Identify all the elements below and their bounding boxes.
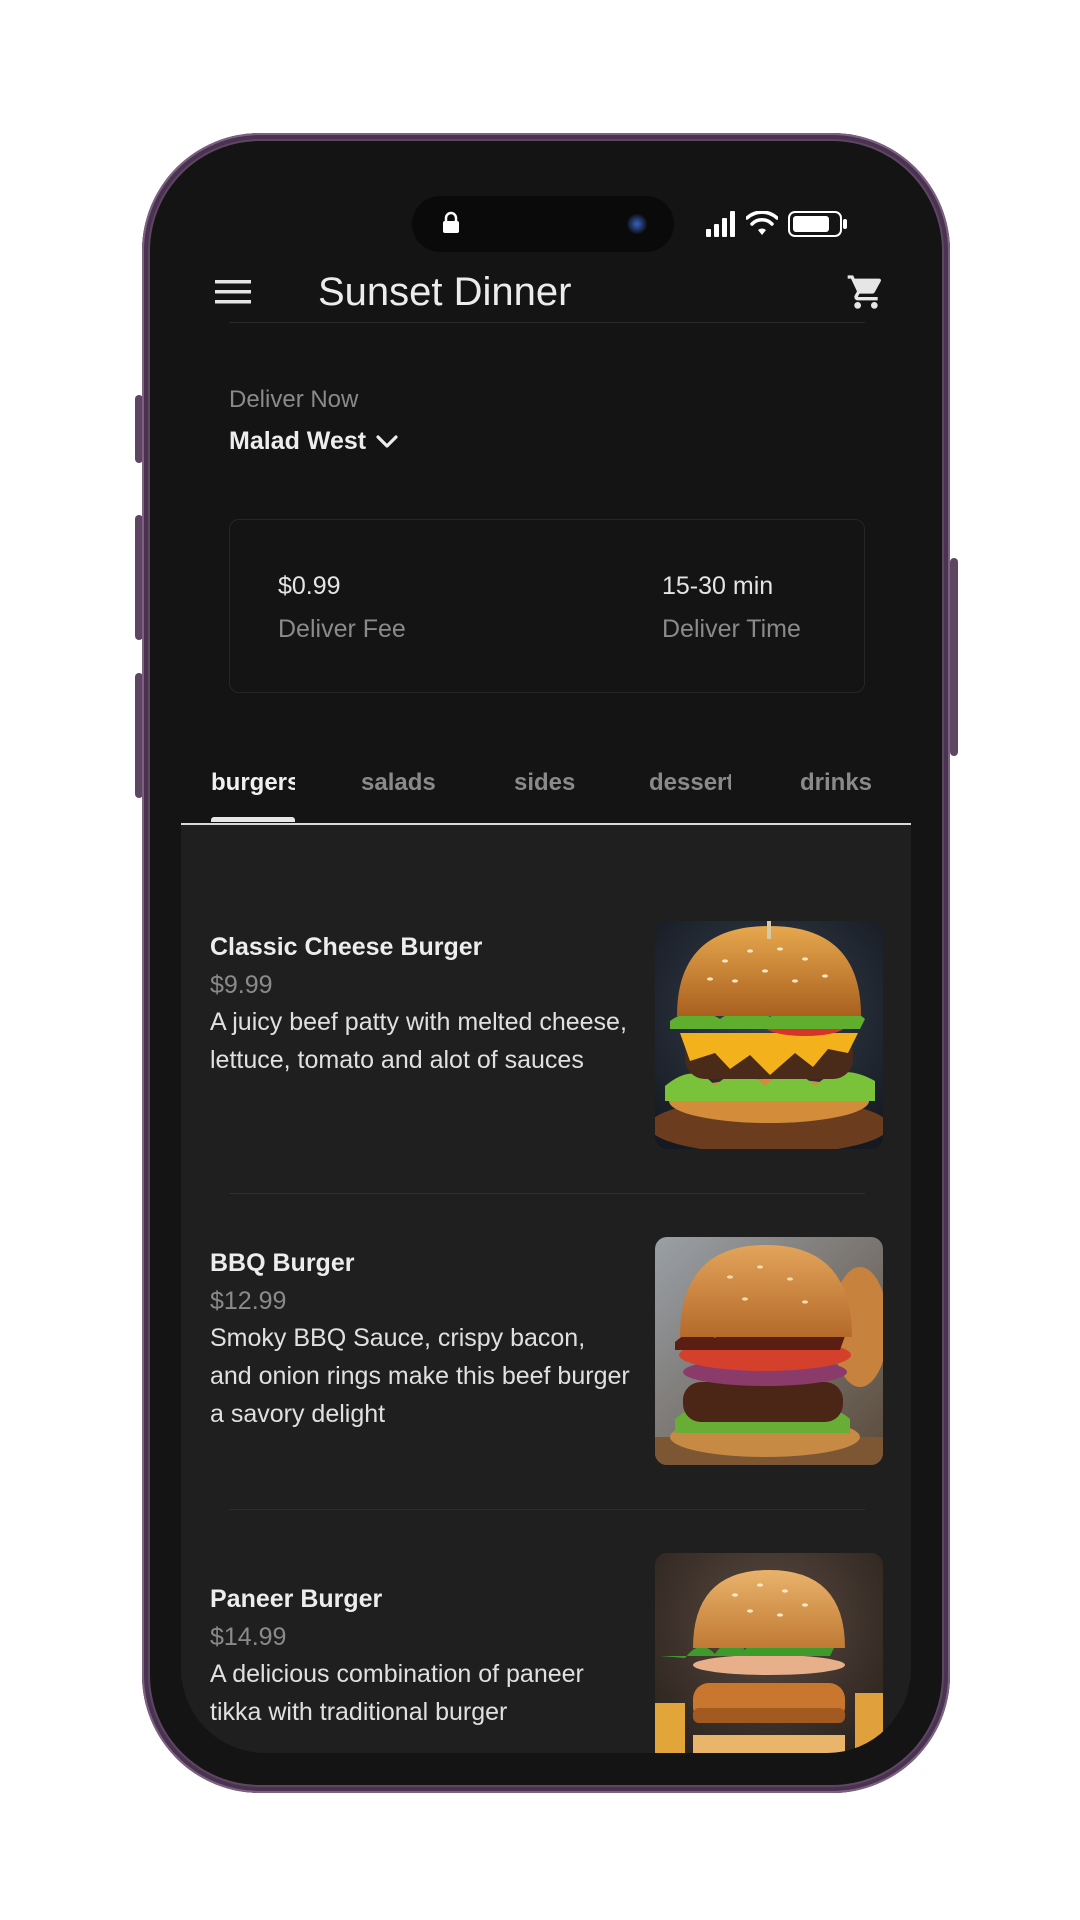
delivery-info-card: $0.99 Deliver Fee 15-30 min Deliver Time	[229, 519, 865, 693]
status-bar	[181, 168, 911, 258]
item-divider	[229, 1193, 865, 1194]
item-divider	[229, 1509, 865, 1510]
delivery-fee-label: Deliver Fee	[278, 615, 406, 643]
location-selector[interactable]: Malad West	[229, 427, 398, 456]
item-description: A juicy beef patty with melted cheese, l…	[210, 1008, 627, 1074]
delivery-fee-block: $0.99 Deliver Fee	[278, 572, 406, 644]
deliver-now-label: Deliver Now	[229, 386, 359, 413]
active-tab-indicator	[211, 817, 295, 822]
item-description: A delicious combination of paneer tikka …	[210, 1660, 584, 1726]
tab-drinks[interactable]: drinks	[800, 769, 872, 797]
menu-icon[interactable]	[215, 278, 251, 306]
lock-icon	[443, 211, 459, 233]
app-bar: Sunset Dinner	[181, 258, 911, 328]
delivery-time-label: Deliver Time	[662, 615, 801, 643]
chevron-down-icon	[376, 434, 398, 448]
power-button[interactable]	[950, 558, 958, 756]
paneer-burger-image	[655, 1553, 883, 1753]
item-description: Smoky BBQ Sauce, crispy bacon, and onion…	[210, 1324, 630, 1428]
classic-cheese-burger-image	[655, 921, 883, 1149]
status-icons	[706, 210, 848, 238]
battery-icon	[788, 211, 847, 237]
item-price: $9.99	[210, 971, 273, 999]
item-price: $12.99	[210, 1287, 287, 1315]
app-title: Sunset Dinner	[318, 270, 572, 314]
signal-icon	[706, 211, 735, 237]
tab-salads[interactable]: salads	[361, 769, 436, 797]
delivery-fee-value: $0.99	[278, 572, 341, 600]
bbq-burger-image	[655, 1237, 883, 1465]
delivery-time-block: 15-30 min Deliver Time	[662, 572, 801, 644]
item-title: BBQ Burger	[210, 1249, 355, 1277]
app-content: Sunset Dinner Deliver Now Malad West $0.…	[181, 258, 911, 1753]
phone-screen: Sunset Dinner Deliver Now Malad West $0.…	[181, 168, 911, 1753]
item-title: Classic Cheese Burger	[210, 933, 483, 961]
camera-icon	[627, 214, 647, 234]
tab-burgers[interactable]: burgers	[211, 769, 295, 797]
item-price: $14.99	[210, 1623, 287, 1651]
menu-list: Classic Cheese Burger $9.99 A juicy beef…	[181, 825, 911, 1753]
category-tabs: burgers salads sides desserts drinks	[181, 743, 911, 825]
location-text: Malad West	[229, 427, 367, 455]
wifi-icon	[746, 211, 778, 235]
app-bar-divider	[229, 322, 865, 323]
tab-sides[interactable]: sides	[514, 769, 575, 797]
item-title: Paneer Burger	[210, 1585, 383, 1613]
cart-icon[interactable]	[846, 272, 886, 312]
tab-desserts[interactable]: desserts	[649, 769, 731, 797]
delivery-time-value: 15-30 min	[662, 572, 774, 600]
